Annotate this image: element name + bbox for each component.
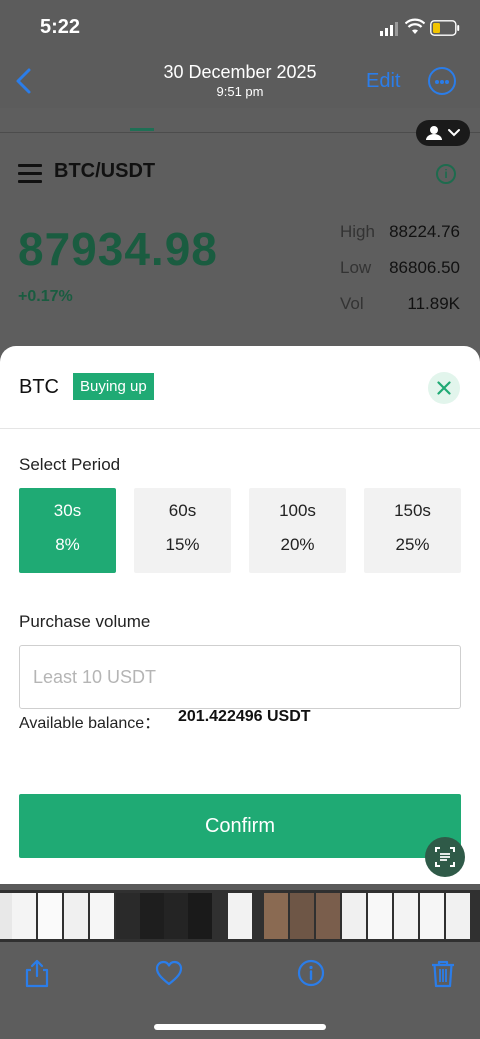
thumbnail[interactable] [90, 893, 114, 939]
purchase-volume-label: Purchase volume [19, 612, 151, 631]
tab-indicator [130, 128, 154, 131]
thumbnail[interactable] [264, 893, 288, 939]
photo-date: 30 December 2025 [163, 62, 317, 82]
signal-icon [380, 22, 398, 36]
period-option-60s[interactable]: 60s 15% [134, 488, 231, 573]
thumbnail[interactable] [290, 893, 314, 939]
select-period-label: Select Period [19, 455, 121, 474]
thumbnail[interactable] [188, 893, 212, 939]
live-text-scan-button[interactable] [425, 837, 465, 877]
home-indicator [154, 1024, 326, 1030]
stat-label-high: High [340, 222, 375, 241]
thumbnail[interactable] [64, 893, 88, 939]
current-price: 87934.98 [18, 223, 218, 275]
thumbnail[interactable] [38, 893, 62, 939]
period-time: 100s [279, 501, 316, 520]
thumbnail[interactable] [164, 893, 188, 939]
info-icon[interactable] [296, 958, 326, 988]
thumbnail-strip[interactable] [0, 890, 480, 942]
purchase-modal: BTC Buying up Select Period 30s 8% 60s 1… [0, 346, 480, 884]
period-rate: 25% [395, 535, 430, 554]
stat-value-low: 86806.50 [389, 258, 460, 277]
trading-pair-title: BTC/USDT [54, 160, 156, 182]
thumbnail[interactable] [420, 893, 444, 939]
stat-value-vol: 11.89K [407, 294, 460, 313]
period-time: 60s [168, 501, 197, 520]
tab-divider [0, 132, 480, 133]
period-time: 150s [394, 501, 431, 520]
available-balance-label: Available balance： [19, 715, 161, 732]
trading-app-header: BTC/USDT i 87934.98 +0.17% High 88224.76… [0, 108, 480, 358]
period-option-100s[interactable]: 100s 20% [249, 488, 346, 573]
photo-toolbar [0, 942, 480, 1039]
period-rate: 15% [165, 535, 200, 554]
thumbnail[interactable] [12, 893, 36, 939]
edit-button[interactable]: Edit [366, 70, 400, 93]
more-options-icon[interactable] [428, 67, 456, 95]
purchase-volume-input[interactable] [19, 645, 461, 709]
heart-icon[interactable] [154, 958, 184, 988]
stat-label-vol: Vol [340, 294, 364, 313]
share-icon[interactable] [22, 958, 52, 988]
status-time: 5:22 [40, 16, 81, 38]
period-time: 30s [53, 501, 82, 520]
thumbnail[interactable] [140, 893, 164, 939]
text-scan-icon [435, 847, 455, 867]
available-balance-value: 201.422496 USDT [178, 708, 311, 725]
trash-icon[interactable] [428, 958, 458, 988]
thumbnail[interactable] [446, 893, 470, 939]
confirm-button[interactable]: Confirm [19, 794, 461, 858]
thumbnail[interactable] [116, 893, 140, 939]
thumbnail[interactable] [228, 893, 252, 939]
period-rate: 20% [280, 535, 315, 554]
thumbnail[interactable] [368, 893, 392, 939]
period-option-30s[interactable]: 30s 8% [19, 488, 116, 573]
modal-coin: BTC [19, 376, 59, 398]
close-icon [437, 381, 451, 395]
period-option-150s[interactable]: 150s 25% [364, 488, 461, 573]
photo-background: 5:22 30 December 2025 9:51 pm Edit BTC/U… [0, 0, 480, 360]
photo-time: 9:51 pm [216, 84, 264, 99]
stat-label-low: Low [340, 258, 372, 277]
battery-icon [430, 20, 460, 36]
user-icon [426, 126, 460, 140]
close-button[interactable] [428, 372, 460, 404]
modal-divider [0, 428, 480, 429]
info-circle-icon[interactable]: i [436, 164, 456, 184]
thumbnail[interactable] [342, 893, 366, 939]
direction-badge: Buying up [73, 373, 154, 400]
wifi-icon [405, 18, 425, 34]
status-bar: 5:22 [0, 0, 480, 56]
period-rate: 8% [55, 535, 80, 554]
stat-value-high: 88224.76 [389, 222, 460, 241]
hamburger-menu-icon[interactable] [18, 164, 42, 183]
thumbnail[interactable] [316, 893, 340, 939]
thumbnail[interactable] [394, 893, 418, 939]
price-change: +0.17% [18, 288, 73, 305]
account-switch-button[interactable] [416, 120, 470, 146]
